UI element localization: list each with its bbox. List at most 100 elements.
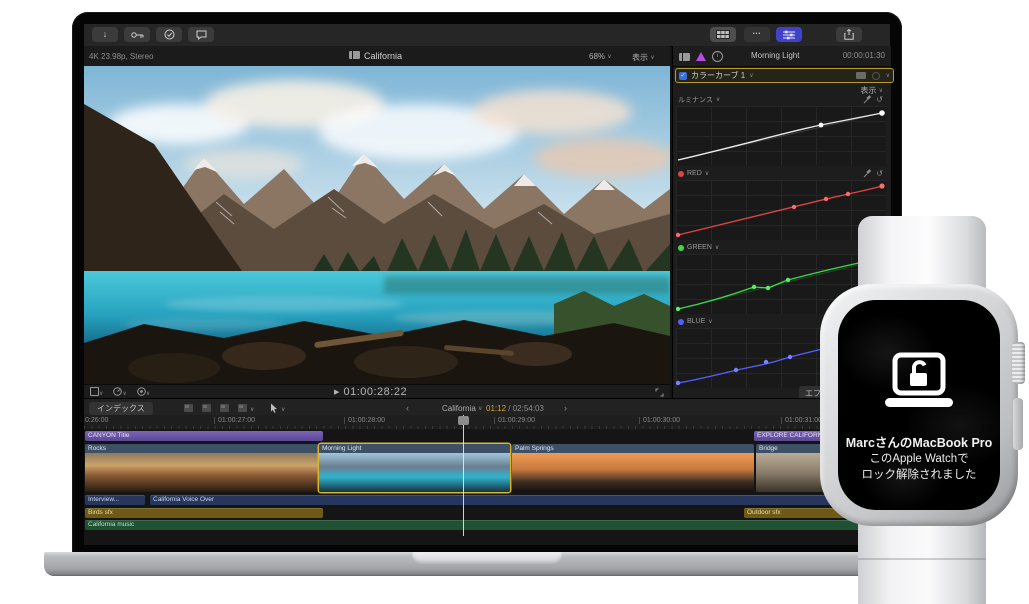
check-circle-icon — [164, 29, 174, 40]
overwrite-clip-icon[interactable] — [238, 404, 247, 412]
video-clip-morning-light[interactable]: Morning Light — [319, 444, 510, 492]
keying-button[interactable] — [124, 27, 150, 42]
timeline-project-menu[interactable]: California ∨ — [442, 404, 482, 413]
macbook-lid-notch — [412, 552, 562, 564]
history-forward-button[interactable]: › — [564, 403, 567, 413]
audio-clip-voice-over[interactable]: California Voice Over — [150, 495, 896, 505]
luma-label: ルミナンス — [678, 96, 713, 104]
final-cut-pro-window: ↓ ••• 4K 23.98p, Stereo California 68% ∨… — [84, 24, 896, 545]
audio-clip-california-music[interactable]: California music — [85, 520, 896, 530]
ruler-label: 01:00:28:00 — [344, 417, 385, 424]
color-correction-row[interactable]: ✓ カラーカーブ 1 ∨ ∨ — [675, 68, 894, 83]
macbook-base — [44, 552, 930, 576]
green-section-header: GREEN∨ ↺ — [678, 242, 883, 253]
unlocked-macbook-icon — [885, 352, 953, 407]
chevron-down-icon: ∨ — [281, 407, 286, 413]
insert-clip-icon[interactable] — [202, 404, 211, 412]
viewer-footer: ∨ ∨ ∨ ▶ 01:00:28:22 — [84, 384, 670, 399]
chat-bubble-icon — [196, 30, 206, 40]
watch-screen: MarcさんのMacBook Pro このApple Watchで ロック解除さ… — [838, 300, 1000, 510]
viewer-view-menu[interactable]: 表示 ∨ — [632, 52, 655, 63]
open-padlock-icon — [912, 360, 927, 373]
blue-dot-icon — [678, 318, 684, 325]
ruler-label: 01:00:29:00 — [494, 417, 535, 424]
scene: ↓ ••• 4K 23.98p, Stereo California 68% ∨… — [0, 0, 1029, 604]
key-icon — [130, 31, 143, 38]
clip-label: Palm Springs — [512, 444, 754, 453]
index-button[interactable]: インデックス — [89, 402, 153, 415]
timeline-ruler[interactable]: 0:26:00 01:00:27:00 01:00:28:00 01:00:29… — [84, 415, 890, 429]
effects-browser-button[interactable]: ••• — [744, 27, 770, 42]
connect-clip-icon[interactable] — [184, 404, 193, 412]
effects-menu[interactable]: ∨ — [137, 386, 150, 398]
clip-label: California music — [88, 521, 135, 528]
correction-name: カラーカーブ 1 — [691, 71, 746, 80]
timeline-timecode: 01:12 / 02:54:03 — [486, 404, 544, 413]
video-inspector-icon[interactable] — [679, 52, 690, 61]
chevron-down-icon: ∨ — [650, 55, 655, 61]
red-curve-graph[interactable] — [675, 180, 886, 240]
project-duration: 02:54:03 — [512, 404, 544, 413]
keyframe-icon[interactable] — [871, 71, 880, 80]
reset-icon[interactable]: ↺ — [876, 169, 883, 178]
eyedropper-icon[interactable] — [863, 169, 872, 178]
correction-checkbox[interactable]: ✓ — [679, 71, 687, 80]
band-seam — [858, 558, 986, 560]
media-browser-button[interactable] — [710, 27, 736, 42]
fullscreen-icon[interactable] — [655, 388, 664, 397]
play-icon[interactable]: ▶ — [334, 389, 340, 396]
playhead-handle[interactable] — [458, 416, 469, 425]
title-clip[interactable]: CANYON Title — [85, 431, 323, 441]
blue-label: BLUE — [687, 318, 706, 325]
video-clip-rocks[interactable]: Rocks — [85, 444, 318, 492]
preview-icon[interactable] — [855, 72, 866, 79]
inspector-toggle-button[interactable] — [776, 27, 802, 42]
viewer-title: California — [349, 51, 402, 61]
tasks-button[interactable] — [156, 27, 182, 42]
audio-clip-birds-sfx[interactable]: Birds sfx — [85, 508, 323, 518]
inspector-clip-duration: 00:00:01:30 — [842, 51, 885, 60]
audio-clip-interview[interactable]: Interview... — [85, 495, 145, 505]
share-icon — [844, 29, 854, 40]
append-clip-icon[interactable] — [220, 404, 229, 412]
clip-label: Birds sfx — [88, 509, 113, 516]
green-dot-icon — [678, 244, 684, 251]
share-button[interactable] — [836, 27, 862, 42]
cursor-tool-icon[interactable] — [270, 403, 278, 413]
watch-notification-line1: このApple Watchで — [869, 453, 969, 465]
video-clip-palm-springs[interactable]: Palm Springs — [512, 444, 754, 492]
color-inspector-icon[interactable] — [696, 52, 706, 61]
digital-crown — [1012, 342, 1025, 384]
luma-curve-graph[interactable] — [676, 106, 886, 166]
clip-label: Outdoor sfx — [747, 509, 781, 516]
watch-notification-title: MarcさんのMacBook Pro — [845, 436, 993, 450]
playhead-position: 01:12 — [486, 404, 507, 413]
chevron-down-icon[interactable]: ∨ — [886, 72, 890, 79]
chevron-down-icon: ∨ — [250, 407, 255, 413]
transform-icon — [90, 386, 99, 396]
luma-section-header: ルミナンス ∨ ↺ — [678, 95, 883, 104]
green-label: GREEN — [687, 244, 712, 251]
watch-side-button — [1013, 398, 1023, 450]
info-inspector-icon[interactable]: i — [712, 51, 723, 62]
clip-label: EXPLORE CALIFORNIA — [757, 432, 829, 439]
clip-label: CANYON Title — [88, 432, 130, 439]
import-button[interactable]: ↓ — [92, 27, 118, 42]
red-section-header: RED ∨ ↺ — [678, 168, 883, 179]
clip-label: Rocks — [85, 444, 318, 453]
reset-icon[interactable]: ↺ — [876, 95, 883, 104]
viewer-video-frame[interactable] — [84, 66, 670, 384]
eyedropper-icon[interactable] — [863, 95, 872, 104]
effects-icon — [137, 386, 146, 396]
transform-menu[interactable]: ∨ — [90, 386, 103, 398]
clip-label: Interview... — [88, 496, 120, 503]
chevron-down-icon: ∨ — [749, 73, 754, 79]
feedback-button[interactable] — [188, 27, 214, 42]
history-back-button[interactable]: ‹ — [406, 403, 409, 413]
sliders-icon — [783, 30, 795, 39]
viewer-zoom-menu[interactable]: 68% ∨ — [589, 52, 612, 61]
playhead[interactable] — [463, 415, 464, 536]
clip-label: California Voice Over — [153, 496, 215, 503]
retime-menu[interactable]: ∨ — [113, 386, 127, 398]
mountain-lake-image — [84, 66, 670, 384]
